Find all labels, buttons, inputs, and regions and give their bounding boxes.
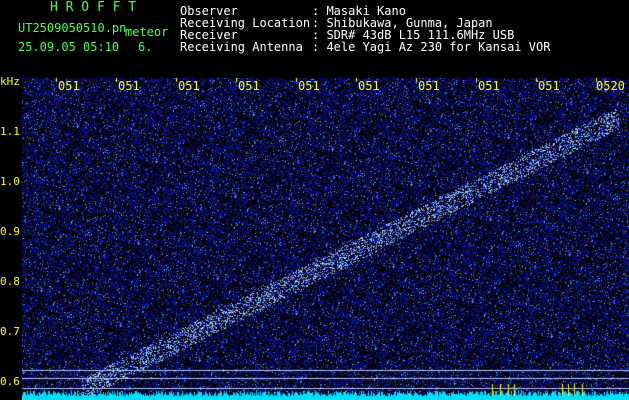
minute-label: 051 (238, 79, 260, 93)
ytick-label: 0.9 (0, 225, 20, 238)
minute-label: 051 (478, 79, 500, 93)
channel: 6. (138, 40, 153, 54)
minute-label: 051 (538, 79, 560, 93)
header-panel: H R O F F T UT2509050510.pn meteor 25.09… (0, 0, 629, 80)
filename: UT2509050510.pn (18, 21, 127, 35)
spectrogram (22, 78, 629, 400)
minute-label: 0520 (596, 79, 625, 93)
datetime: 25.09.05 05:10 (18, 40, 120, 54)
field-value-antenna: : 4ele Yagi Az 230 for Kansai VOR (312, 40, 551, 54)
app-title: H R O F F T (50, 0, 137, 15)
ytick-label: 0.8 (0, 275, 20, 288)
ytick-label: 0.7 (0, 325, 20, 338)
ytick-label: 1.0 (0, 175, 20, 188)
frequency-axis: kHz 1.1 1.0 0.9 0.8 0.7 0.6 (0, 74, 22, 400)
minute-label: 051 (58, 79, 80, 93)
field-label-antenna: Receiving Antenna (180, 40, 303, 54)
filename-suffix: meteor (125, 25, 169, 39)
minute-label: 051 (178, 79, 200, 93)
ytick-label: 1.1 (0, 125, 20, 138)
time-axis: 051 051 051 051 051 051 051 051 051 0520 (22, 80, 629, 94)
spectrogram-canvas (22, 78, 629, 400)
minute-label: 051 (298, 79, 320, 93)
axis-unit-label: kHz (0, 75, 20, 88)
minute-label: 051 (118, 79, 140, 93)
ytick-label: 0.6 (0, 375, 20, 388)
minute-label: 051 (358, 79, 380, 93)
minute-label: 051 (418, 79, 440, 93)
